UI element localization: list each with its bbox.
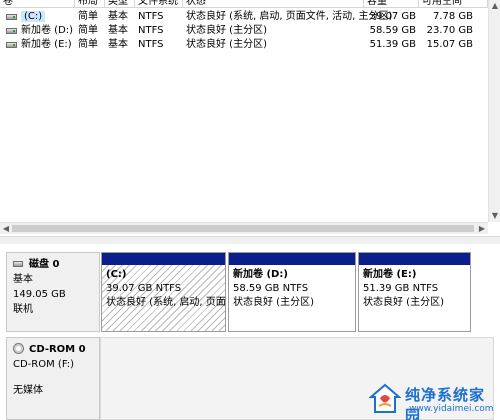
partition-bar: [359, 253, 470, 265]
volume-name: 新加卷 (E:): [21, 39, 72, 50]
cdrom-name: CD-ROM 0: [29, 344, 86, 355]
partition-c[interactable]: (C:) 39.07 GB NTFS 状态良好 (系统, 启动, 页面: [101, 252, 226, 332]
type-cell: 基本: [108, 25, 128, 36]
partition-bar: [229, 253, 355, 265]
disk-state: 联机: [13, 304, 33, 315]
watermark-title: 纯净系统家园: [405, 386, 486, 420]
volume-list: 卷 布局 类型 文件系统 状态 容量 可用空间 (C:) 简单 基本 NTFS …: [0, 0, 500, 236]
volume-name: 新加卷 (D:): [21, 25, 74, 36]
partition-name: 新加卷 (D:): [233, 269, 288, 280]
status-cell: 状态良好 (主分区): [186, 39, 267, 50]
scroll-down-arrow-icon[interactable]: ▼: [489, 210, 500, 222]
cdrom-0-info[interactable]: CD-ROM 0 CD-ROM (F:) 无媒体: [6, 337, 100, 420]
cdrom-drive: CD-ROM (F:): [13, 359, 75, 370]
column-header-type[interactable]: 类型: [105, 0, 135, 7]
watermark-logo-icon: [369, 383, 401, 413]
partition-status: 状态良好 (主分区): [233, 297, 314, 308]
pane-splitter[interactable]: [0, 236, 500, 244]
drive-icon: [6, 28, 17, 34]
horizontal-scroll-thumb[interactable]: [12, 225, 474, 232]
table-row[interactable]: 新加卷 (E:) 简单 基本 NTFS 状态良好 (主分区) 51.39 GB …: [0, 38, 488, 52]
scroll-right-arrow-icon[interactable]: ▶: [476, 223, 488, 235]
partition-status: 状态良好 (主分区): [363, 297, 444, 308]
free-space-cell: 15.07 GB: [426, 39, 473, 50]
partition-bar: [102, 253, 225, 265]
table-row[interactable]: 新加卷 (D:) 简单 基本 NTFS 状态良好 (主分区) 58.59 GB …: [0, 24, 488, 38]
horizontal-scrollbar[interactable]: ◀ ▶: [0, 222, 488, 234]
column-header-filesystem[interactable]: 文件系统: [135, 0, 183, 7]
vertical-scrollbar[interactable]: ▲ ▼: [488, 0, 500, 222]
column-header-volume[interactable]: 卷: [0, 0, 75, 7]
partition-size: 39.07 GB NTFS: [106, 283, 182, 294]
capacity-cell: 51.39 GB: [369, 39, 416, 50]
column-header-layout[interactable]: 布局: [75, 0, 105, 7]
partition-name: (C:): [106, 269, 127, 280]
capacity-cell: 39.07 GB: [369, 11, 416, 22]
layout-cell: 简单: [78, 39, 98, 50]
filesystem-cell: NTFS: [138, 11, 164, 22]
watermark: 纯净系统家园 www.yidaimei.com: [365, 380, 500, 420]
partition-size: 51.39 GB NTFS: [363, 283, 439, 294]
type-cell: 基本: [108, 39, 128, 50]
status-cell: 状态良好 (主分区): [186, 25, 267, 36]
disk-type: 基本: [13, 274, 33, 285]
type-cell: 基本: [108, 11, 128, 22]
filesystem-cell: NTFS: [138, 39, 164, 50]
drive-icon: [6, 14, 17, 20]
disk-icon: [13, 261, 23, 267]
drive-icon: [6, 42, 17, 48]
disk-name: 磁盘 0: [29, 259, 60, 270]
partition-name: 新加卷 (E:): [363, 269, 417, 280]
free-space-cell: 7.78 GB: [432, 11, 473, 22]
layout-cell: 简单: [78, 25, 98, 36]
filesystem-cell: NTFS: [138, 25, 164, 36]
column-header-free-space[interactable]: 可用空间: [419, 0, 488, 7]
table-row[interactable]: (C:) 简单 基本 NTFS 状态良好 (系统, 启动, 页面文件, 活动, …: [0, 10, 488, 24]
partition-e[interactable]: 新加卷 (E:) 51.39 GB NTFS 状态良好 (主分区): [358, 252, 471, 332]
partition-d[interactable]: 新加卷 (D:) 58.59 GB NTFS 状态良好 (主分区): [228, 252, 356, 332]
column-header-status[interactable]: 状态: [183, 0, 364, 7]
watermark-url: www.yidaimei.com: [409, 404, 494, 414]
cdrom-media: 无媒体: [13, 385, 43, 396]
column-header-row: 卷 布局 类型 文件系统 状态 容量 可用空间: [0, 0, 488, 8]
free-space-cell: 23.70 GB: [426, 25, 473, 36]
column-header-capacity[interactable]: 容量: [364, 0, 419, 7]
scroll-up-arrow-icon[interactable]: ▲: [489, 0, 500, 12]
cd-rom-icon: [13, 343, 24, 354]
partition-status: 状态良好 (系统, 启动, 页面: [106, 297, 225, 308]
layout-cell: 简单: [78, 11, 98, 22]
status-cell: 状态良好 (系统, 启动, 页面文件, 活动, 主分区): [186, 11, 393, 22]
partition-size: 58.59 GB NTFS: [233, 283, 309, 294]
volume-name: (C:): [21, 11, 46, 22]
capacity-cell: 58.59 GB: [369, 25, 416, 36]
disk-0-info[interactable]: 磁盘 0 基本 149.05 GB 联机: [6, 252, 100, 332]
scroll-left-arrow-icon[interactable]: ◀: [0, 223, 12, 235]
disk-size: 149.05 GB: [13, 289, 66, 300]
